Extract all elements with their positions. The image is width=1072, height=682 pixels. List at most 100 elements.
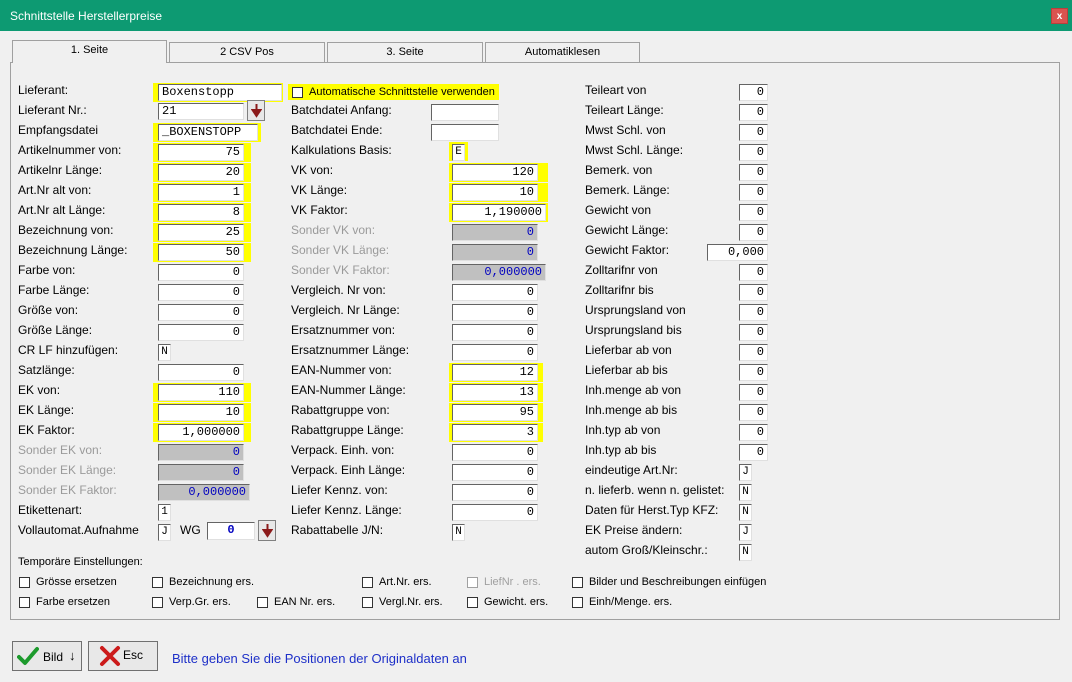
- wg-input[interactable]: 0: [207, 522, 255, 540]
- groesse-laenge-input[interactable]: 0: [158, 324, 244, 341]
- rabattabelle-label: Rabattabelle J/N:: [291, 523, 384, 537]
- ek-faktor-input[interactable]: 1,000000: [158, 424, 244, 441]
- lieferbar-von-input[interactable]: 0: [739, 344, 768, 361]
- verglnr-ers-checkbox[interactable]: [362, 597, 373, 608]
- wg-lookup-button[interactable]: [258, 520, 276, 541]
- gewicht-faktor-input[interactable]: 0,000: [707, 244, 768, 261]
- ursprungsland-von-input[interactable]: 0: [739, 304, 768, 321]
- inhmenge-von-input[interactable]: 0: [739, 384, 768, 401]
- mwst-von-input[interactable]: 0: [739, 124, 768, 141]
- zolltarifnr-bis-label: Zolltarifnr bis: [585, 283, 654, 297]
- ek-laenge-input[interactable]: 10: [158, 404, 244, 421]
- lieferbar-bis-label: Lieferbar ab bis: [585, 363, 668, 377]
- gross-klein-input[interactable]: N: [739, 544, 752, 561]
- bilder-beschreibungen-checkbox[interactable]: [572, 577, 583, 588]
- vergleich-nr-von-input[interactable]: 0: [452, 284, 538, 301]
- lieferant-label: Lieferant:: [18, 83, 69, 97]
- esc-button[interactable]: Esc: [88, 641, 158, 671]
- kalkulations-basis-input[interactable]: E: [452, 144, 465, 161]
- sonder-ek-von-input: 0: [158, 444, 244, 461]
- bezeichnung-laenge-input[interactable]: 50: [158, 244, 244, 261]
- ean-laenge-input[interactable]: 13: [452, 384, 538, 401]
- groesse-ersetzen-checkbox[interactable]: [19, 577, 30, 588]
- rabattgruppe-von-input[interactable]: 95: [452, 404, 538, 421]
- ek-von-input[interactable]: 110: [158, 384, 244, 401]
- verpack-laenge-input[interactable]: 0: [452, 464, 538, 481]
- artnr-alt-von-input[interactable]: 1: [158, 184, 244, 201]
- arrow-down-icon: [262, 524, 273, 538]
- artikelnr-laenge-input[interactable]: 20: [158, 164, 244, 181]
- ursprungsland-bis-input[interactable]: 0: [739, 324, 768, 341]
- tab-csv-pos[interactable]: 2 CSV Pos: [169, 42, 325, 62]
- vk-von-input[interactable]: 120: [452, 164, 538, 181]
- bezeichnung-ers-checkbox[interactable]: [152, 577, 163, 588]
- artnr-alt-laenge-input[interactable]: 8: [158, 204, 244, 221]
- arrow-down-icon: [251, 104, 262, 118]
- sonder-vk-laenge-label: Sonder VK Länge:: [291, 243, 390, 257]
- ean-nr-ers-checkbox[interactable]: [257, 597, 268, 608]
- farbe-laenge-input[interactable]: 0: [158, 284, 244, 301]
- vergleich-nr-laenge-input[interactable]: 0: [452, 304, 538, 321]
- mwst-laenge-input[interactable]: 0: [739, 144, 768, 161]
- crlf-input[interactable]: N: [158, 344, 171, 361]
- auto-schnittstelle-checkbox[interactable]: [292, 87, 303, 98]
- tab-seite-3[interactable]: 3. Seite: [327, 42, 483, 62]
- satzlaenge-label: Satzlänge:: [18, 363, 75, 377]
- lieferbar-bis-input[interactable]: 0: [739, 364, 768, 381]
- lieferant-lookup-button[interactable]: [247, 100, 265, 121]
- gewicht-ers-checkbox[interactable]: [467, 597, 478, 608]
- empfangsdatei-input[interactable]: _BOXENSTOPP: [158, 124, 258, 141]
- verpack-von-input[interactable]: 0: [452, 444, 538, 461]
- ek-preise-aendern-input[interactable]: J: [739, 524, 752, 541]
- verpgr-ers-checkbox[interactable]: [152, 597, 163, 608]
- bild-button[interactable]: Bild ↓: [12, 641, 82, 671]
- vk-faktor-input[interactable]: 1,190000: [452, 204, 546, 221]
- rabattgruppe-laenge-label: Rabattgruppe Länge:: [291, 423, 404, 437]
- bemerk-laenge-input[interactable]: 0: [739, 184, 768, 201]
- vk-laenge-input[interactable]: 10: [452, 184, 538, 201]
- ersatznummer-von-label: Ersatznummer von:: [291, 323, 396, 337]
- einh-menge-ers-checkbox[interactable]: [572, 597, 583, 608]
- zolltarifnr-von-input[interactable]: 0: [739, 264, 768, 281]
- ean-von-input[interactable]: 12: [452, 364, 538, 381]
- etikettenart-input[interactable]: 1: [158, 504, 171, 521]
- gewicht-von-input[interactable]: 0: [739, 204, 768, 221]
- teileart-laenge-input[interactable]: 0: [739, 104, 768, 121]
- zolltarifnr-bis-input[interactable]: 0: [739, 284, 768, 301]
- rabattgruppe-laenge-input[interactable]: 3: [452, 424, 538, 441]
- satzlaenge-input[interactable]: 0: [158, 364, 244, 381]
- artikelnummer-von-input[interactable]: 75: [158, 144, 244, 161]
- inhtyp-von-input[interactable]: 0: [739, 424, 768, 441]
- lieferant-input[interactable]: Boxenstopp: [158, 84, 282, 101]
- close-button[interactable]: x: [1051, 8, 1068, 24]
- ursprungsland-von-label: Ursprungsland von: [585, 303, 686, 317]
- batch-anfang-input[interactable]: [431, 104, 499, 121]
- artnr-ers-checkbox[interactable]: [362, 577, 373, 588]
- groesse-von-input[interactable]: 0: [158, 304, 244, 321]
- liefer-kennz-von-input[interactable]: 0: [452, 484, 538, 501]
- inhtyp-bis-input[interactable]: 0: [739, 444, 768, 461]
- bemerk-von-input[interactable]: 0: [739, 164, 768, 181]
- bezeichnung-von-input[interactable]: 25: [158, 224, 244, 241]
- n-lieferb-input[interactable]: N: [739, 484, 752, 501]
- liefer-kennz-laenge-label: Liefer Kennz. Länge:: [291, 503, 402, 517]
- lieferant-nr-input[interactable]: 21: [158, 103, 244, 120]
- status-message: Bitte geben Sie die Positionen der Origi…: [172, 651, 467, 666]
- ersatznummer-laenge-label: Ersatznummer Länge:: [291, 343, 410, 357]
- teileart-von-input[interactable]: 0: [739, 84, 768, 101]
- sonder-ek-laenge-input: 0: [158, 464, 244, 481]
- gewicht-laenge-input[interactable]: 0: [739, 224, 768, 241]
- herst-typ-kfz-input[interactable]: N: [739, 504, 752, 521]
- liefer-kennz-laenge-input[interactable]: 0: [452, 504, 538, 521]
- ersatznummer-laenge-input[interactable]: 0: [452, 344, 538, 361]
- inhmenge-bis-input[interactable]: 0: [739, 404, 768, 421]
- rabattabelle-input[interactable]: N: [452, 524, 465, 541]
- farbe-ersetzen-checkbox[interactable]: [19, 597, 30, 608]
- tab-seite-1[interactable]: 1. Seite: [12, 40, 167, 63]
- eindeutige-artnr-input[interactable]: J: [739, 464, 752, 481]
- farbe-von-input[interactable]: 0: [158, 264, 244, 281]
- ersatznummer-von-input[interactable]: 0: [452, 324, 538, 341]
- vollautomat-input[interactable]: J: [158, 524, 171, 541]
- batch-ende-input[interactable]: [431, 124, 499, 141]
- tab-automatiklesen[interactable]: Automatiklesen: [485, 42, 640, 62]
